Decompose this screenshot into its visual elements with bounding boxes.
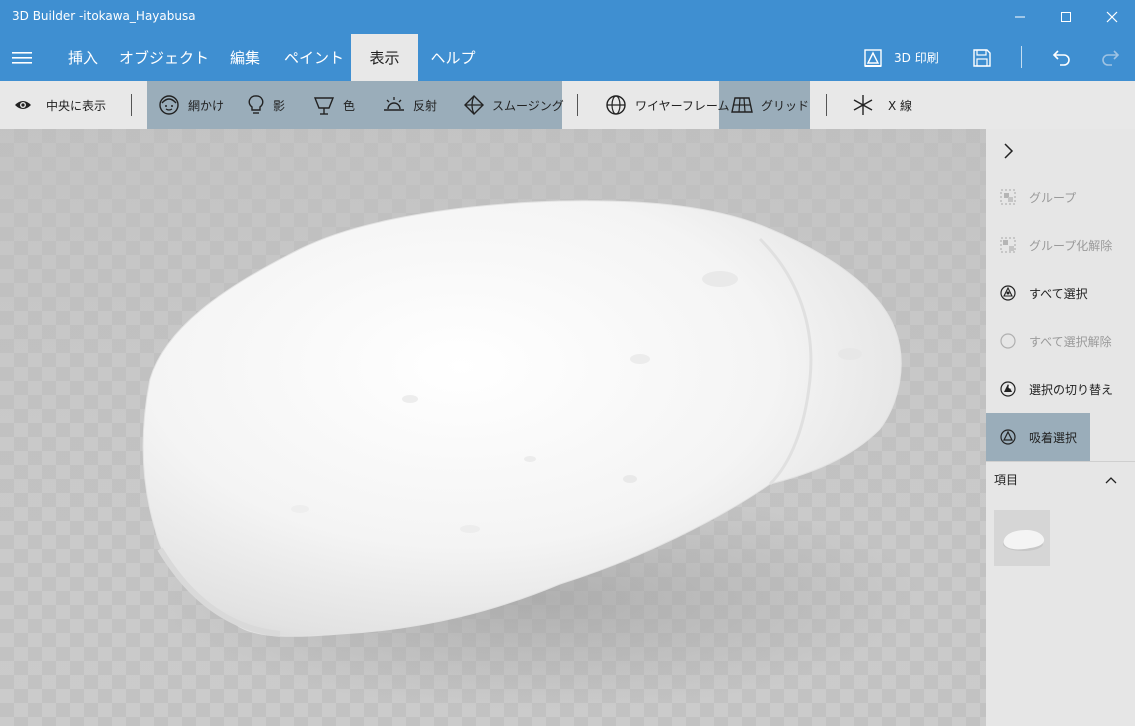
minimize-icon: [1015, 16, 1025, 18]
grid-label: グリッド: [761, 98, 810, 113]
select-all-button[interactable]: すべて選択: [986, 269, 1135, 317]
paint-bucket-icon: [313, 97, 335, 115]
eye-icon: [15, 101, 31, 109]
print-3d-button[interactable]: 3D 印刷: [862, 34, 939, 81]
selection-panel: グループ グループ化解除 すべて選択 すべて選択解除 選択の切り替え 吸着選択 …: [986, 129, 1135, 726]
hamburger-icon[interactable]: [12, 50, 32, 66]
items-header: 項目: [994, 473, 1019, 487]
select-all-icon: [1000, 285, 1016, 301]
minimize-button[interactable]: [997, 0, 1043, 34]
maximize-button[interactable]: [1043, 0, 1089, 34]
toolbar-separator: [826, 94, 827, 116]
grid-toggle[interactable]: グリッド: [731, 81, 809, 129]
toolbar-separator: [131, 94, 132, 116]
wireframe-toggle[interactable]: ワイヤーフレーム: [605, 81, 730, 129]
xray-toggle[interactable]: X 線: [852, 81, 912, 129]
asterisk-icon: [853, 95, 873, 115]
view-toolbar: 中央に表示 網かけ 影 色 反射 スムージング ワイヤーフレーム グリッド X …: [0, 81, 1135, 129]
magnet-select-label: 吸着選択: [1029, 430, 1078, 445]
save-button[interactable]: [962, 34, 1002, 81]
shading-toggle[interactable]: 網かけ: [158, 81, 224, 129]
menu-bar: 挿入 オブジェクト 編集 ペイント 表示 ヘルプ 3D 印刷: [0, 34, 1135, 81]
color-toggle[interactable]: 色: [313, 81, 355, 129]
reflection-label: 反射: [413, 98, 438, 113]
ungroup-button[interactable]: グループ化解除: [986, 221, 1135, 269]
diamond-icon: [464, 95, 484, 115]
viewport-scene: [0, 129, 986, 726]
save-icon: [973, 48, 991, 67]
globe-icon: [606, 95, 626, 115]
center-view-button[interactable]: 中央に表示: [14, 81, 106, 129]
ungroup-icon: [1000, 237, 1016, 253]
menu-paint[interactable]: ペイント: [278, 34, 350, 81]
shadow-toggle[interactable]: 影: [247, 81, 285, 129]
menu-separator: [1021, 46, 1022, 68]
toggle-selection-icon: [1000, 381, 1016, 397]
menu-view[interactable]: 表示: [351, 34, 418, 81]
group-icon: [1000, 189, 1016, 205]
chevron-right-icon[interactable]: [998, 141, 1018, 161]
wireframe-label: ワイヤーフレーム: [635, 98, 730, 113]
chevron-up-icon[interactable]: [1104, 475, 1118, 485]
menu-edit[interactable]: 編集: [216, 34, 274, 81]
shadow-label: 影: [273, 98, 286, 113]
print-3d-label: 3D 印刷: [894, 51, 939, 65]
lightbulb-icon: [248, 95, 264, 114]
app-window: 3D Builder -itokawa_Hayabusa 挿入 オブジェクト 編…: [0, 0, 1135, 726]
toolbar-separator: [577, 94, 578, 116]
reflection-toggle[interactable]: 反射: [383, 81, 437, 129]
sunrise-icon: [384, 97, 404, 111]
xray-label: X 線: [888, 98, 913, 113]
close-button[interactable]: [1089, 0, 1135, 34]
print-3d-icon: [864, 48, 882, 67]
maximize-icon: [1061, 12, 1071, 22]
title-bar: 3D Builder -itokawa_Hayabusa: [0, 0, 1135, 34]
menu-insert[interactable]: 挿入: [52, 34, 114, 81]
smoothing-label: スムージング: [492, 98, 564, 113]
redo-button[interactable]: [1090, 34, 1130, 81]
group-button[interactable]: グループ: [986, 173, 1135, 221]
undo-button[interactable]: [1042, 34, 1082, 81]
item-thumbnail[interactable]: [994, 510, 1050, 566]
menu-object[interactable]: オブジェクト: [116, 34, 212, 81]
menu-help[interactable]: ヘルプ: [420, 34, 486, 81]
deselect-all-label: すべて選択解除: [1029, 334, 1112, 349]
center-view-label: 中央に表示: [46, 98, 107, 113]
toggle-selection-label: 選択の切り替え: [1029, 382, 1114, 397]
shading-label: 網かけ: [188, 98, 225, 113]
window-title: 3D Builder -itokawa_Hayabusa: [12, 9, 196, 23]
deselect-all-icon: [1000, 333, 1016, 349]
magnet-select-button[interactable]: 吸着選択: [986, 413, 1090, 461]
panel-divider: [986, 461, 1135, 462]
itokawa-thumbnail-icon: [1003, 530, 1045, 551]
group-label: グループ: [1029, 190, 1077, 205]
close-icon: [1106, 11, 1118, 23]
grid-icon: [731, 97, 753, 113]
3d-viewport[interactable]: [0, 129, 986, 726]
redo-icon: [1102, 49, 1120, 66]
face-icon: [159, 95, 179, 115]
magnet-select-icon: [1000, 429, 1016, 445]
undo-icon: [1052, 49, 1070, 66]
deselect-all-button[interactable]: すべて選択解除: [986, 317, 1135, 365]
ungroup-label: グループ化解除: [1029, 238, 1113, 253]
smoothing-toggle[interactable]: スムージング: [464, 81, 564, 129]
color-label: 色: [343, 98, 356, 113]
select-all-label: すべて選択: [1029, 286, 1088, 301]
toggle-selection-button[interactable]: 選択の切り替え: [986, 365, 1135, 413]
